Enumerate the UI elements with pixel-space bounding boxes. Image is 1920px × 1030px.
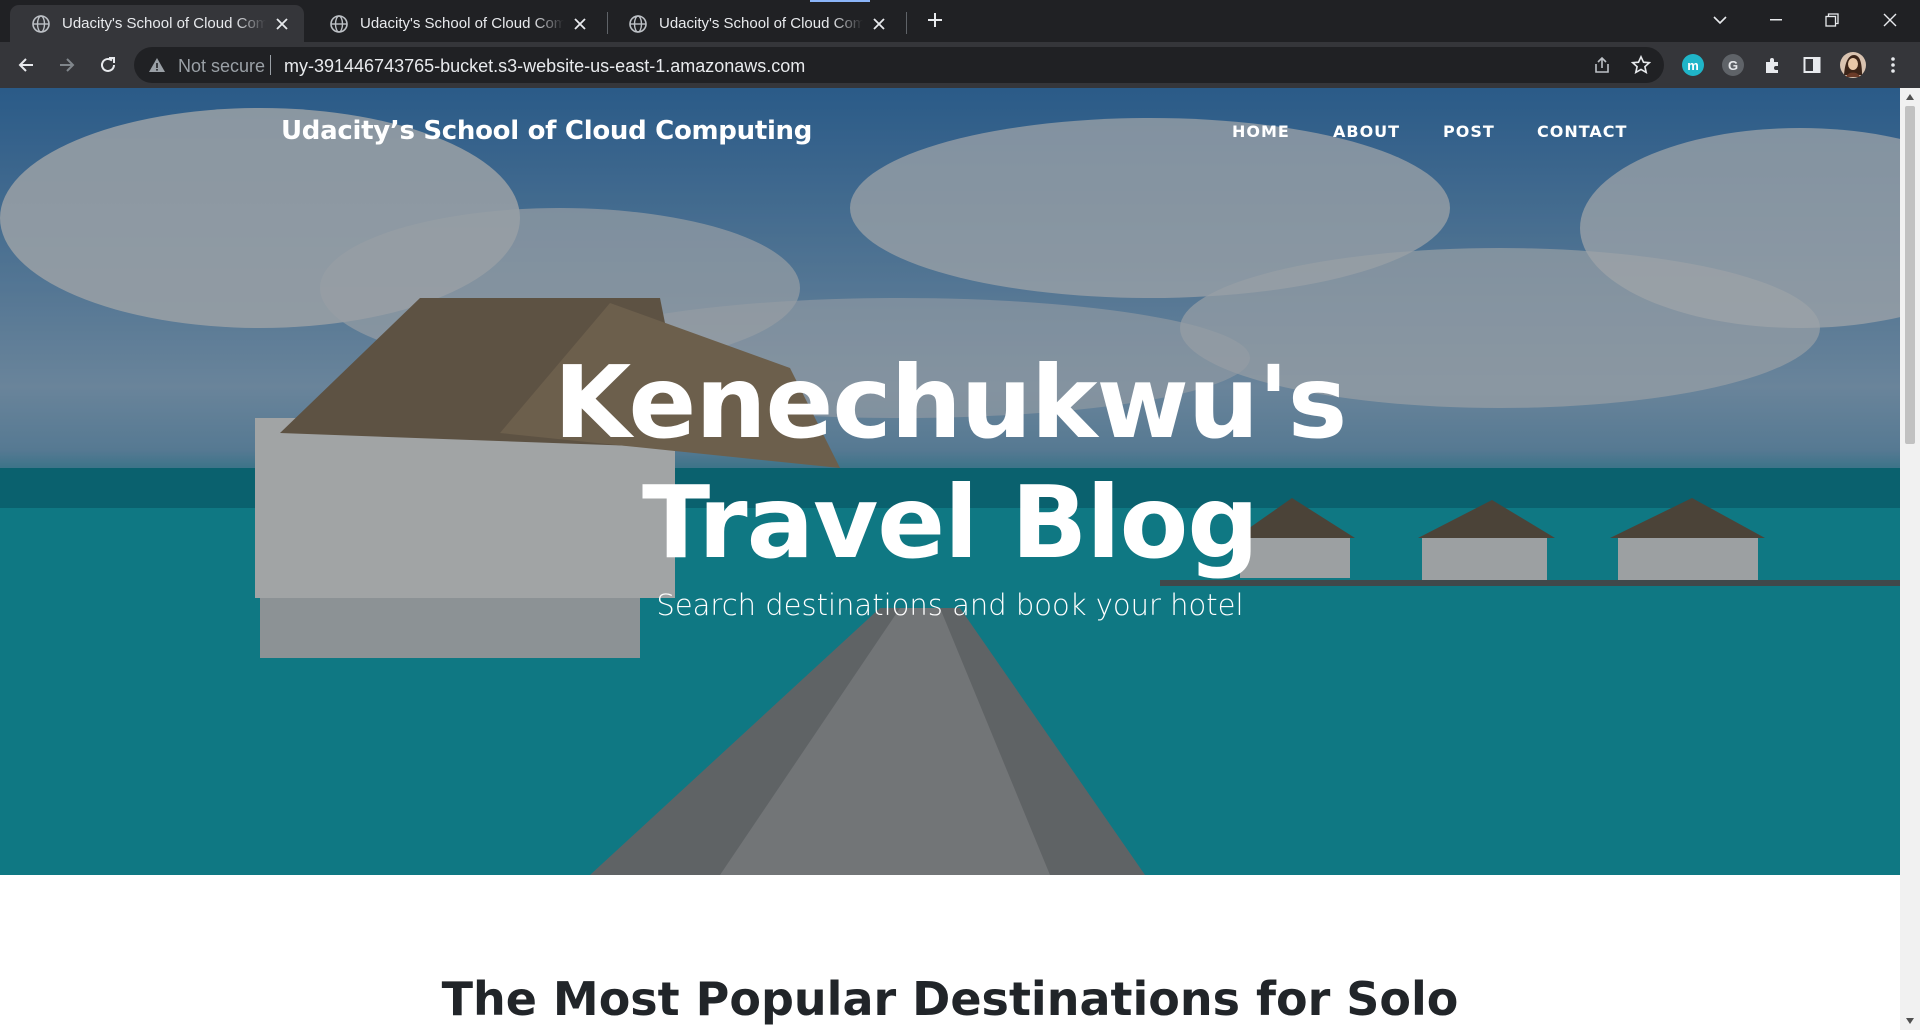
- tab-title: Udacity's School of Cloud Computing: [659, 15, 863, 32]
- side-panel-icon[interactable]: [1796, 49, 1828, 81]
- nav-contact-link[interactable]: CONTACT: [1537, 122, 1627, 141]
- close-tab-icon[interactable]: [869, 14, 889, 34]
- hero-title-line-1: Kenechukwu's: [553, 344, 1347, 461]
- vertical-scrollbar[interactable]: [1900, 88, 1920, 1030]
- tab-title: Udacity's School of Cloud Computing: [62, 15, 266, 32]
- security-label[interactable]: Not secure: [178, 56, 265, 77]
- tab-title: Udacity's School of Cloud Computing: [360, 15, 564, 32]
- hero-title: Kenechukwu's Travel Blog: [0, 343, 1900, 583]
- warning-icon: [149, 58, 165, 72]
- tab-search-icon[interactable]: [1692, 0, 1748, 40]
- close-window-icon[interactable]: [1862, 0, 1918, 40]
- grammarly-extension-icon[interactable]: G: [1722, 54, 1744, 76]
- minimize-icon[interactable]: [1748, 0, 1804, 40]
- forward-icon[interactable]: [51, 49, 83, 81]
- profile-avatar[interactable]: [1837, 49, 1869, 81]
- m-extension-icon[interactable]: m: [1682, 54, 1704, 76]
- nav-home-link[interactable]: HOME: [1232, 122, 1290, 141]
- site-brand-link[interactable]: Udacity’s School of Cloud Computing: [281, 116, 812, 146]
- browser-tab-3[interactable]: Udacity's School of Cloud Computing: [607, 5, 901, 42]
- tab-strip: Udacity's School of Cloud Computing Udac…: [0, 0, 1920, 42]
- tab-separator: [906, 12, 907, 34]
- kebab-menu-icon[interactable]: [1877, 49, 1909, 81]
- restore-icon[interactable]: [1804, 0, 1860, 40]
- browser-tab-2[interactable]: Udacity's School of Cloud Computing: [308, 5, 602, 42]
- close-tab-icon[interactable]: [272, 14, 292, 34]
- reload-icon[interactable]: [92, 49, 124, 81]
- hero-title-line-2: Travel Blog: [642, 464, 1259, 581]
- tab-drop-indicator: [810, 0, 870, 2]
- hero-subtitle: Search destinations and book your hotel: [656, 588, 1244, 622]
- nav-about-link[interactable]: ABOUT: [1333, 122, 1400, 141]
- close-tab-icon[interactable]: [570, 14, 590, 34]
- divider: [270, 55, 271, 75]
- url-text[interactable]: my-391446743765-bucket.s3-website-us-eas…: [284, 56, 805, 77]
- hero-banner: Udacity’s School of Cloud Computing HOME…: [0, 88, 1900, 875]
- new-tab-icon[interactable]: [923, 8, 947, 32]
- globe-icon: [330, 14, 348, 33]
- page-viewport: Udacity’s School of Cloud Computing HOME…: [0, 88, 1920, 1030]
- section-heading: The Most Popular Destinations for Solo: [441, 972, 1459, 1026]
- globe-icon: [32, 14, 50, 33]
- extensions-puzzle-icon[interactable]: [1757, 49, 1789, 81]
- scroll-down-arrow-icon[interactable]: [1905, 1016, 1915, 1026]
- nav-post-link[interactable]: POST: [1443, 122, 1495, 141]
- share-icon[interactable]: [1590, 53, 1614, 77]
- scroll-up-arrow-icon[interactable]: [1905, 92, 1915, 102]
- browser-tab-1[interactable]: Udacity's School of Cloud Computing: [10, 5, 304, 42]
- back-icon[interactable]: [10, 49, 42, 81]
- bookmark-star-icon[interactable]: [1629, 53, 1653, 77]
- globe-icon: [629, 14, 647, 33]
- browser-toolbar: Not secure my-391446743765-bucket.s3-web…: [0, 42, 1920, 88]
- scrollbar-thumb[interactable]: [1905, 106, 1915, 444]
- address-bar[interactable]: Not secure my-391446743765-bucket.s3-web…: [134, 47, 1664, 83]
